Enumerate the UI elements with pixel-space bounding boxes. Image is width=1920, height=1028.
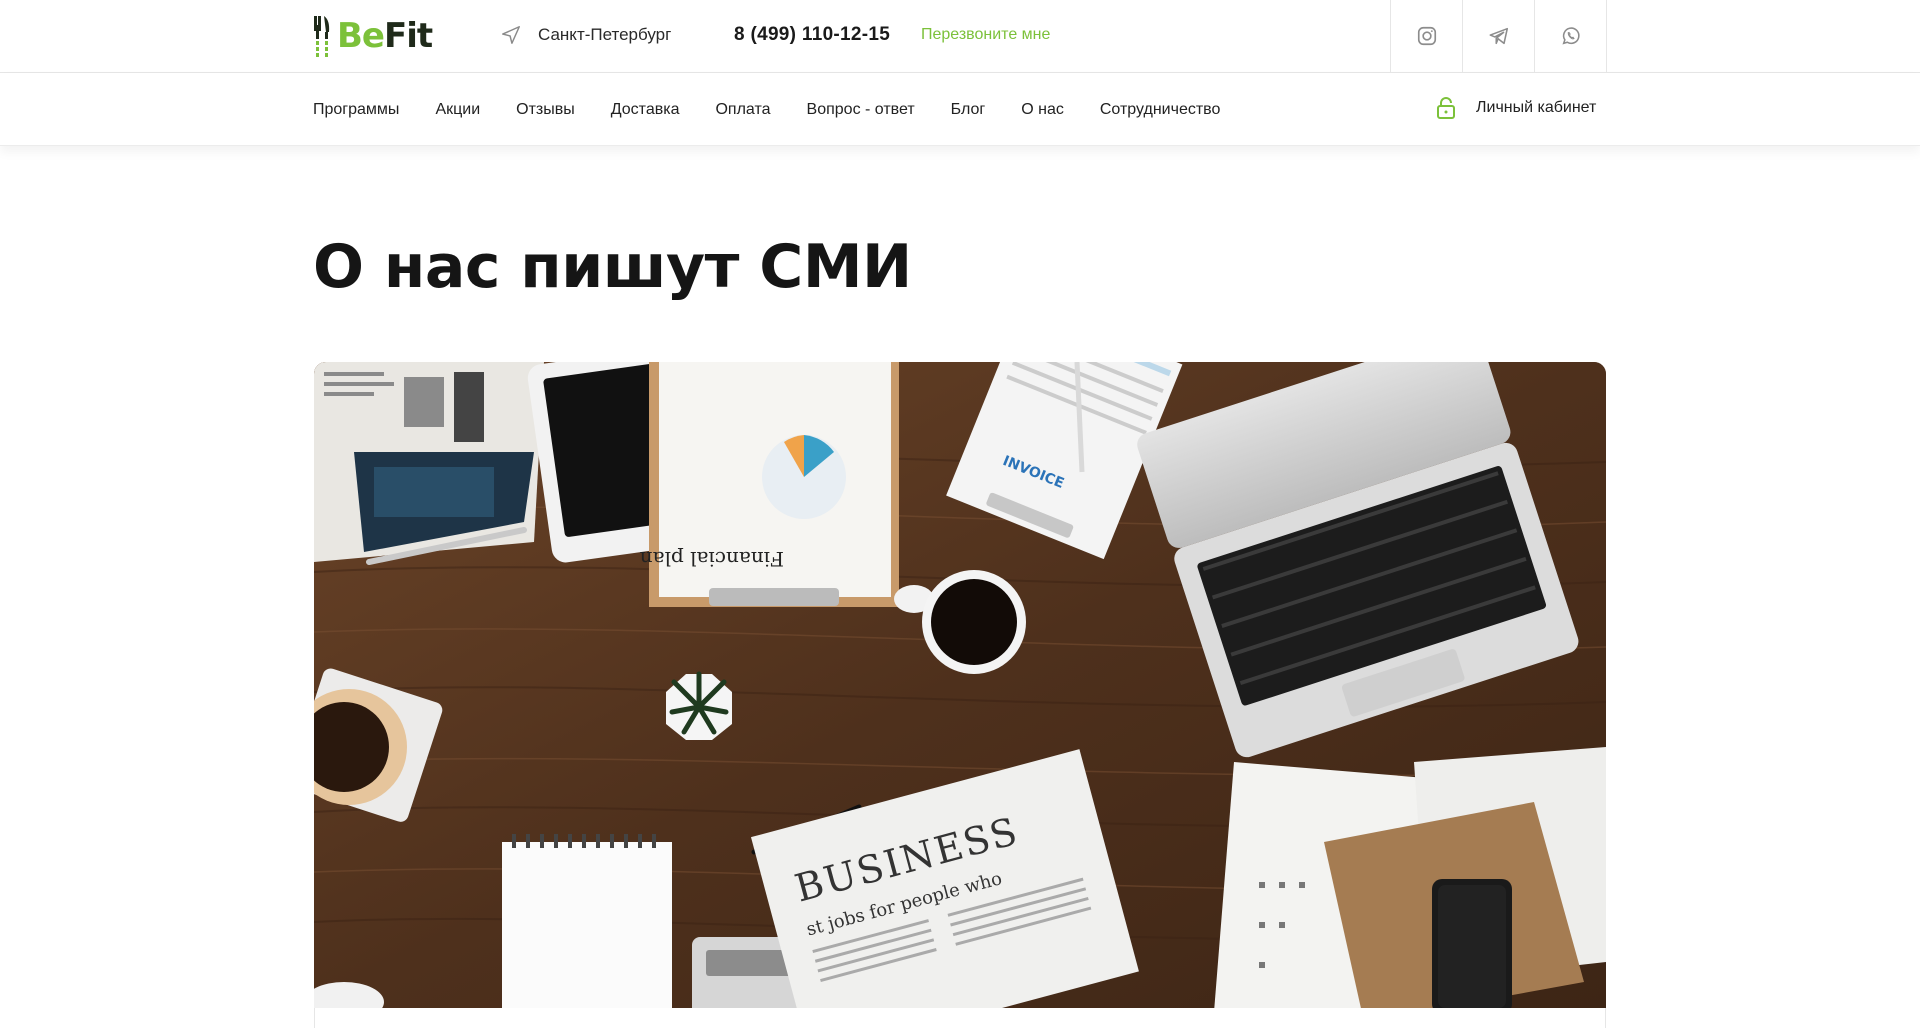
callback-link[interactable]: Перезвоните мне [921,26,1050,44]
nav-item-delivery[interactable]: Доставка [611,101,680,119]
phone-number[interactable]: 8 (499) 110-12-15 [734,24,890,46]
desk-photo-illustration: Financial plan INVOICE BUSINESS st jobs … [314,362,1606,1008]
nav-item-programs[interactable]: Программы [313,101,399,119]
hero-image: Financial plan INVOICE BUSINESS st jobs … [314,362,1606,1008]
telegram-icon [1489,27,1508,45]
navigation-arrow-icon [502,26,520,44]
fork-knife-icon [314,16,330,57]
lock-icon [1437,97,1455,119]
personal-account-link[interactable]: Личный кабинет [1436,97,1596,119]
instagram-icon [1417,26,1436,46]
main-nav: Программы Акции Отзывы Доставка Оплата В… [313,73,1256,146]
content-card-edge [314,1008,1606,1028]
financial-plan-label: Financial plan [640,547,784,571]
nav-item-blog[interactable]: Блог [951,101,986,119]
telegram-link[interactable] [1463,0,1535,72]
plant-pot [666,671,732,740]
instagram-link[interactable] [1391,0,1463,72]
main-navigation-bar: Программы Акции Отзывы Доставка Оплата В… [0,73,1920,146]
nav-item-payment[interactable]: Оплата [715,101,770,119]
notepad [502,834,672,1008]
personal-account-label: Личный кабинет [1476,99,1597,116]
page-title: О нас пишут СМИ [313,232,912,302]
top-bar: BeFit Санкт-Петербург 8 (499) 110-12-15 … [0,0,1920,73]
documents-bottom-right [1214,747,1606,1008]
city-selector[interactable]: Санкт-Петербург [500,24,671,46]
nav-item-cooperation[interactable]: Сотрудничество [1100,101,1221,119]
logo-text: BeFit [337,16,433,56]
nav-item-faq[interactable]: Вопрос - ответ [807,101,915,119]
nav-item-about[interactable]: О нас [1021,101,1064,119]
nav-item-promotions[interactable]: Акции [435,101,480,119]
social-links [1390,0,1607,72]
logo[interactable]: BeFit [313,14,433,58]
whatsapp-link[interactable] [1535,0,1607,72]
nav-item-reviews[interactable]: Отзывы [516,101,575,119]
city-label: Санкт-Петербург [538,25,672,44]
whatsapp-icon [1561,27,1580,45]
clipboard-financial-plan: Financial plan [640,362,899,607]
